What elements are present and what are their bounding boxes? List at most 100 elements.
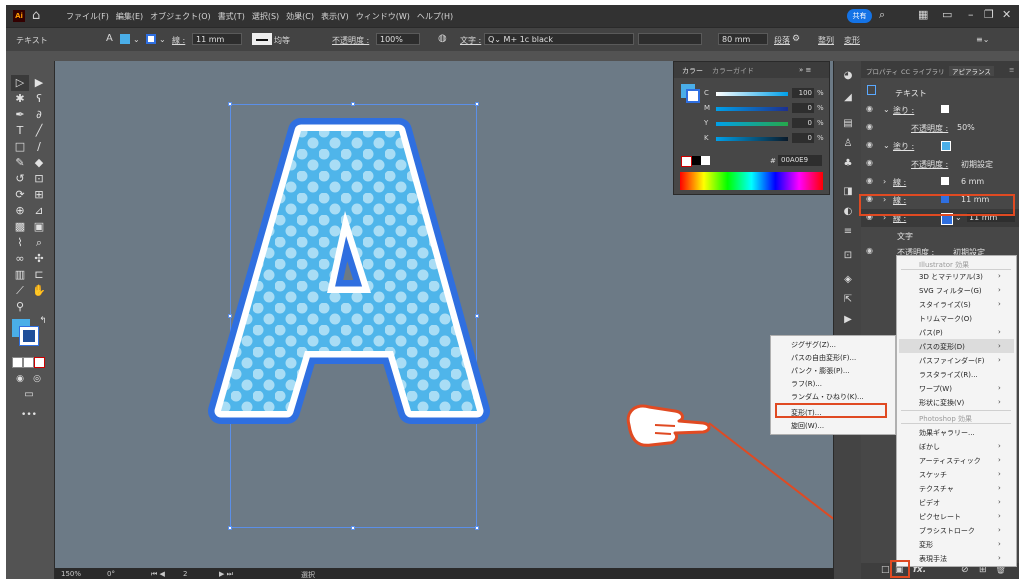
line-tool-icon[interactable]: ╱ xyxy=(30,123,48,139)
artboard-number[interactable]: 2 xyxy=(183,570,187,578)
none-mode-icon[interactable] xyxy=(34,357,45,368)
visibility-eye-icon[interactable]: ◉ xyxy=(866,158,873,167)
shape-builder-tool-icon[interactable]: ⊕ xyxy=(11,203,29,219)
appearance-fill-row[interactable]: ◉ ⌄ 塗り : xyxy=(861,101,1019,117)
stroke-profile-label[interactable]: 均等 xyxy=(274,35,290,46)
paintbrush-tool-icon[interactable]: ∕ xyxy=(30,139,48,155)
appearance-fill-row-2[interactable]: ◉ ⌄ 塗り : xyxy=(861,137,1019,153)
close-icon[interactable]: ✕ xyxy=(1002,8,1011,21)
black-value[interactable]: 0 xyxy=(792,133,814,143)
opacity-label[interactable]: 不透明度 : xyxy=(332,35,369,46)
color-panel-icon[interactable]: ◕ xyxy=(840,69,856,83)
menu-window[interactable]: ウィンドウ(W) xyxy=(356,11,410,22)
rectangle-tool-icon[interactable]: □ xyxy=(11,139,29,155)
gradient-tool-icon[interactable]: ▣ xyxy=(30,219,48,235)
minimize-icon[interactable]: – xyxy=(968,8,974,21)
menu-effect[interactable]: 効果(C) xyxy=(286,11,314,22)
menu-item-tweak[interactable]: ランダム・ひねり(K)... xyxy=(791,392,864,402)
fx-item-sketch[interactable]: スケッチ xyxy=(919,470,947,480)
visibility-eye-icon[interactable]: ◉ xyxy=(866,176,873,185)
menu-item-free-distort[interactable]: パスの自由変形(F)... xyxy=(791,353,856,363)
white-swatch[interactable] xyxy=(701,156,710,165)
appearance-menu-icon[interactable]: ≡ xyxy=(1009,66,1014,74)
stroke-weight-input[interactable]: 11 mm xyxy=(192,33,242,45)
fx-item-rasterize[interactable]: ラスタライズ(R)... xyxy=(919,370,978,380)
recolor-icon[interactable]: ◍ xyxy=(438,33,447,44)
gradient-mode-icon[interactable] xyxy=(23,357,34,368)
free-transform-tool-icon[interactable]: ⊞ xyxy=(30,187,48,203)
curvature-tool-icon[interactable]: ∂ xyxy=(30,107,48,123)
swap-fill-stroke-icon[interactable]: ↰ xyxy=(34,313,52,329)
fill-white-swatch[interactable] xyxy=(941,105,949,113)
fx-item-stylize[interactable]: スタイライズ(S) xyxy=(919,300,971,310)
symbol-sprayer-tool-icon[interactable]: ✣ xyxy=(30,251,48,267)
symbols-icon[interactable]: ♣ xyxy=(840,157,856,171)
column-graph-tool-icon[interactable]: ▥ xyxy=(11,267,29,283)
fx-item-stylize-ps[interactable]: 表現手法 xyxy=(919,554,947,564)
fx-item-convert-to-shape[interactable]: 形状に変換(V) xyxy=(919,398,964,408)
eraser-tool-icon[interactable]: ◆ xyxy=(30,155,48,171)
fx-item-distort-transform[interactable]: パスの変形(D) xyxy=(919,342,965,352)
workspace-icon[interactable]: ▭ xyxy=(942,8,952,21)
cyan-value[interactable]: 100 xyxy=(792,88,814,98)
magenta-slider[interactable] xyxy=(716,107,788,111)
magenta-value[interactable]: 0 xyxy=(792,103,814,113)
fill-label[interactable]: 塗り : xyxy=(893,105,914,116)
stroke-label[interactable]: 線 : xyxy=(893,177,906,188)
zoom-tool-icon[interactable]: ⚲ xyxy=(11,299,29,315)
hand-tool-icon[interactable]: ✋ xyxy=(30,283,48,299)
black-slider[interactable] xyxy=(716,137,788,141)
stroke-white-swatch[interactable] xyxy=(941,177,949,185)
menu-item-zigzag[interactable]: ジグザグ(Z)... xyxy=(791,340,836,350)
mesh-tool-icon[interactable]: ▩ xyxy=(11,219,29,235)
cyan-slider[interactable] xyxy=(716,92,788,96)
fx-item-warp[interactable]: ワープ(W) xyxy=(919,384,952,394)
menu-type[interactable]: 書式(T) xyxy=(218,11,245,22)
screen-mode-icon[interactable]: ▭ xyxy=(20,387,38,403)
magic-wand-tool-icon[interactable]: ✱ xyxy=(11,91,29,107)
zoom-level[interactable]: 150% xyxy=(61,570,81,578)
fx-item-path[interactable]: パス(P) xyxy=(919,328,943,338)
restore-icon[interactable]: ❐ xyxy=(984,8,994,21)
artboard-nav-icon[interactable]: ⏮ ◀ xyxy=(151,570,165,579)
opacity-label[interactable]: 不透明度 : xyxy=(911,159,948,170)
warp-tool-icon[interactable]: ⟳ xyxy=(11,187,29,203)
opacity-input[interactable]: 100% xyxy=(376,33,420,45)
status-mode[interactable]: 選択 xyxy=(301,570,315,579)
color-guide-icon[interactable]: ◢ xyxy=(840,91,856,105)
actions-panel-icon[interactable]: ▶ xyxy=(840,313,856,327)
pen-tool-icon[interactable]: ✒ xyxy=(11,107,29,123)
menu-select[interactable]: 選択(S) xyxy=(252,11,279,22)
fx-item-pathfinder[interactable]: パスファインダー(F) xyxy=(919,356,985,366)
stroke-dropdown-icon[interactable]: ⌄ xyxy=(159,35,166,44)
tab-color-guide[interactable]: カラーガイド xyxy=(712,66,754,76)
yellow-value[interactable]: 0 xyxy=(792,118,814,128)
share-button[interactable]: 共有 xyxy=(847,9,872,23)
fx-item-artistic[interactable]: アーティスティック xyxy=(919,456,981,466)
fx-item-crop-marks[interactable]: トリムマーク(O) xyxy=(919,314,972,324)
tab-properties[interactable]: プロパティ xyxy=(866,66,898,76)
none-swatch-icon[interactable] xyxy=(681,156,692,167)
fx-item-video[interactable]: ビデオ xyxy=(919,498,940,508)
menu-file[interactable]: ファイル(F) xyxy=(66,11,109,22)
stroke-color-icon[interactable] xyxy=(19,326,39,346)
fill-dropdown-icon[interactable]: ⌄ xyxy=(133,35,140,44)
expand-chevron-icon[interactable]: ⌄ xyxy=(883,105,890,114)
libraries-icon[interactable]: ▤ xyxy=(840,117,856,131)
transform-label[interactable]: 変形 xyxy=(844,35,860,46)
expand-chevron-icon[interactable]: ⌄ xyxy=(883,141,890,150)
appearance-opacity-row-2[interactable]: ◉ 不透明度 : 初期設定 xyxy=(861,155,1019,171)
home-icon[interactable]: ⌂ xyxy=(32,8,40,23)
appearance-characters-row[interactable]: 文字 xyxy=(861,227,1019,243)
font-size-input[interactable]: 80 mm xyxy=(718,33,768,45)
menu-item-roughen[interactable]: ラフ(R)... xyxy=(791,379,822,389)
stroke-profile-preview[interactable] xyxy=(252,33,272,45)
fx-item-svg-filters[interactable]: SVG フィルター(G) xyxy=(919,286,982,296)
appearance-opacity-row[interactable]: ◉ 不透明度 : 50% xyxy=(861,119,1019,135)
artboard-tool-icon[interactable]: ⊏ xyxy=(30,267,48,283)
edit-toolbar-icon[interactable]: ••• xyxy=(20,407,38,423)
menu-view[interactable]: 表示(V) xyxy=(321,11,349,22)
fx-item-3d[interactable]: 3D とマテリアル(3) xyxy=(919,272,983,282)
visibility-eye-icon[interactable]: ◉ xyxy=(866,104,873,113)
rotate-tool-icon[interactable]: ↺ xyxy=(11,171,29,187)
